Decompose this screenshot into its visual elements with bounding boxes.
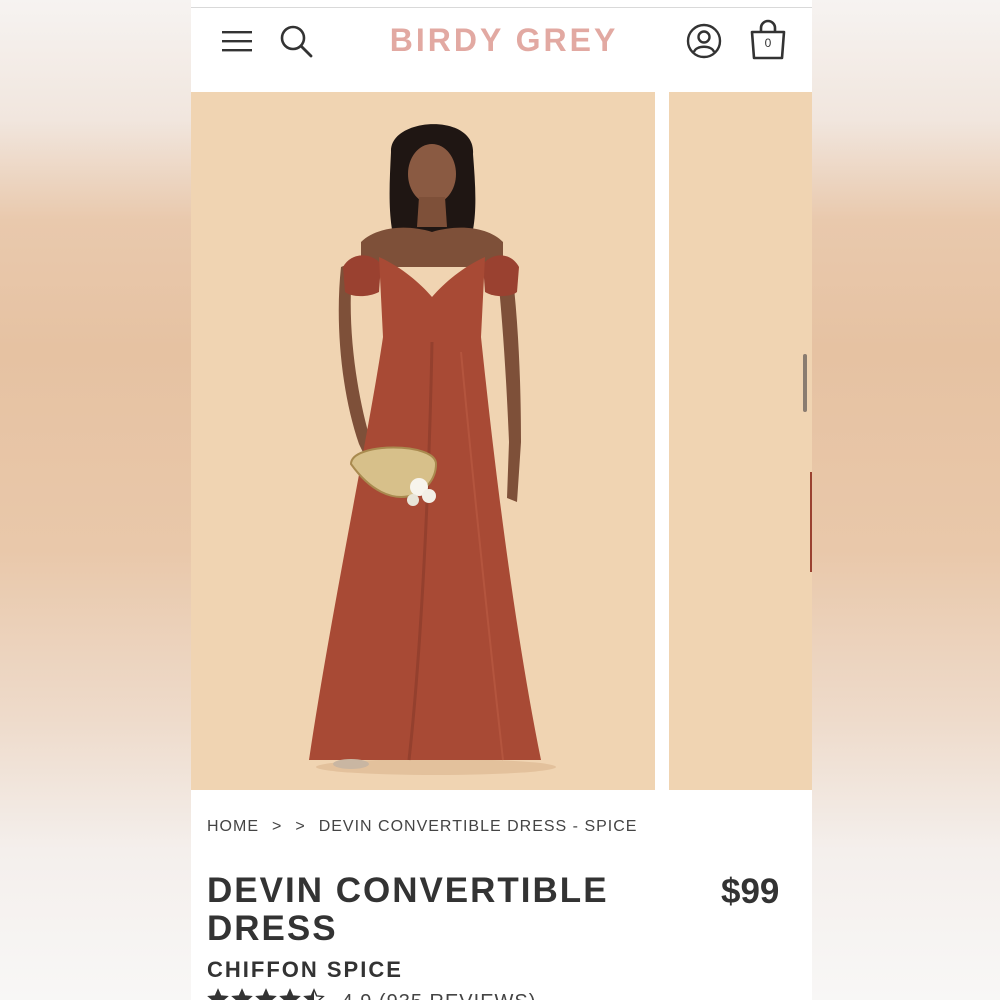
search-icon[interactable] (279, 24, 313, 58)
breadcrumb: HOME > > DEVIN CONVERTIBLE DRESS - SPICE (207, 818, 637, 836)
product-title-line2: DRESS (207, 909, 338, 948)
scrollbar-thumb[interactable] (803, 354, 807, 412)
product-image-main[interactable] (191, 92, 655, 790)
site-header: BIRDY GREY 0 (191, 8, 812, 92)
brand-logo[interactable]: BIRDY GREY (351, 22, 657, 59)
star-icon (303, 988, 325, 1000)
blurred-backdrop-right (812, 0, 1000, 1000)
product-image-next[interactable] (669, 92, 812, 790)
account-icon[interactable] (686, 23, 722, 59)
rating-row[interactable]: 4.9 (935 REVIEWS) (207, 988, 536, 1000)
star-icon (255, 988, 277, 1000)
breadcrumb-current: DEVIN CONVERTIBLE DRESS - SPICE (318, 818, 638, 835)
dress-model-illustration (191, 92, 655, 790)
product-title-line1: DEVIN CONVERTIBLE (207, 871, 609, 910)
star-icon (231, 988, 253, 1000)
rating-text: 4.9 (935 REVIEWS) (342, 991, 537, 1000)
star-icon (279, 988, 301, 1000)
next-image-preview (669, 92, 812, 790)
product-subtitle: CHIFFON SPICE (207, 957, 403, 982)
breadcrumb-separator: > (295, 818, 306, 835)
cart-count: 0 (764, 36, 772, 50)
star-rating (207, 988, 327, 1000)
star-icon (207, 988, 229, 1000)
mobile-page: BIRDY GREY 0 HOME > > DEVIN CONVERTIBLE … (191, 0, 812, 1000)
blurred-backdrop-left (0, 0, 191, 1000)
breadcrumb-home[interactable]: HOME (207, 818, 259, 836)
product-price: $99 (721, 872, 780, 911)
product-title: DEVIN CONVERTIBLE DRESS (207, 872, 627, 948)
breadcrumb-separator: > (272, 818, 283, 835)
menu-icon[interactable] (222, 28, 252, 54)
shopping-bag-button[interactable]: 0 (748, 19, 788, 61)
